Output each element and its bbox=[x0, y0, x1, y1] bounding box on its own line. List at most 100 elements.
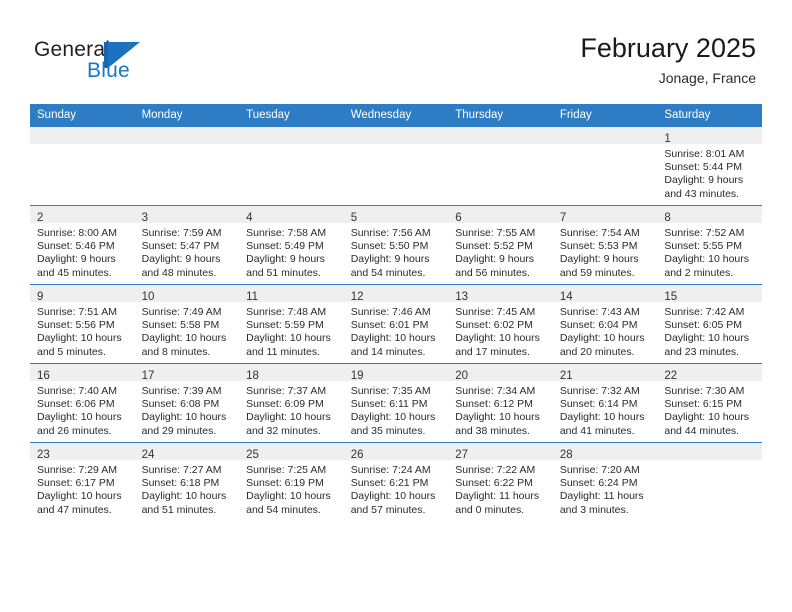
day-cell-content: 12 Sunrise: 7:46 AM Sunset: 6:01 PM Dayligh… bbox=[343, 285, 449, 363]
day-sun-info: Sunrise: 7:56 AM Sunset: 5:50 PM Daylight:… bbox=[344, 223, 449, 280]
day-cell-content: 21 Sunrise: 7:32 AM Sunset: 6:14 PM Dayligh… bbox=[552, 364, 658, 442]
general-blue-logo[interactable]: General Blue bbox=[34, 38, 164, 86]
calendar-day-cell[interactable]: 1 Sunrise: 8:01 AM Sunset: 5:44 PM Daylight… bbox=[657, 126, 762, 206]
sunrise-time: Sunrise: 7:49 AM bbox=[141, 306, 222, 318]
daylight-duration-line1: Daylight: 10 hours bbox=[664, 411, 750, 424]
calendar-day-cell[interactable]: 17 Sunrise: 7:39 AM Sunset: 6:08 PM Dayligh… bbox=[134, 363, 240, 443]
page-title: February 2025 bbox=[580, 33, 756, 63]
day-number-band: 22 bbox=[657, 364, 762, 382]
day-sun-info: Sunrise: 8:01 AM Sunset: 5:44 PM Daylight:… bbox=[657, 144, 762, 201]
sunrise-time: Sunrise: 7:54 AM bbox=[559, 227, 640, 239]
calendar-day-cell[interactable]: 9 Sunrise: 7:51 AM Sunset: 5:56 PM Daylight… bbox=[30, 284, 135, 364]
daylight-duration-line1: Daylight: 10 hours bbox=[37, 332, 122, 345]
day-number-band: 27 bbox=[448, 443, 553, 461]
calendar-day-cell[interactable]: 28 Sunrise: 7:20 AM Sunset: 6:24 PM Dayligh… bbox=[552, 442, 658, 521]
day-number: 26 bbox=[350, 449, 364, 461]
calendar-day-cell[interactable]: 7 Sunrise: 7:54 AM Sunset: 5:53 PM Daylight… bbox=[552, 205, 658, 285]
daylight-duration-line2: and 51 minutes. bbox=[246, 266, 321, 279]
sunset-time: Sunset: 6:17 PM bbox=[37, 477, 115, 490]
calendar-day-cell[interactable]: 15 Sunrise: 7:42 AM Sunset: 6:05 PM Dayligh… bbox=[657, 284, 762, 364]
day-cell-content bbox=[448, 127, 553, 205]
day-sun-info: Sunrise: 7:25 AM Sunset: 6:19 PM Daylight:… bbox=[239, 460, 344, 517]
day-cell-content bbox=[134, 127, 240, 205]
calendar-day-cell[interactable]: 16 Sunrise: 7:40 AM Sunset: 6:06 PM Dayligh… bbox=[30, 363, 135, 443]
day-number-band: 2 bbox=[30, 206, 135, 224]
weekday-header-tuesday: Tuesday bbox=[239, 104, 344, 127]
sunrise-time: Sunrise: 7:59 AM bbox=[141, 227, 222, 239]
calendar-day-cell[interactable]: 10 Sunrise: 7:49 AM Sunset: 5:58 PM Dayligh… bbox=[134, 284, 240, 364]
sunset-time: Sunset: 6:14 PM bbox=[559, 398, 638, 411]
day-number-band: 8 bbox=[657, 206, 762, 224]
day-sun-info: Sunrise: 7:20 AM Sunset: 6:24 PM Daylight:… bbox=[553, 460, 658, 517]
sunrise-time: Sunrise: 7:52 AM bbox=[664, 227, 745, 239]
sunrise-time: Sunrise: 7:46 AM bbox=[350, 306, 431, 318]
calendar-day-cell[interactable]: 18 Sunrise: 7:37 AM Sunset: 6:09 PM Dayligh… bbox=[239, 363, 344, 443]
day-number-band: 3 bbox=[134, 206, 240, 224]
sunset-time: Sunset: 5:56 PM bbox=[37, 319, 115, 332]
calendar-day-cell bbox=[134, 126, 240, 206]
daylight-duration-line2: and 48 minutes. bbox=[141, 266, 217, 279]
day-cell-content: 5 Sunrise: 7:56 AM Sunset: 5:50 PM Daylight… bbox=[343, 206, 449, 284]
calendar-day-cell[interactable]: 26 Sunrise: 7:24 AM Sunset: 6:21 PM Dayligh… bbox=[343, 442, 449, 521]
day-sun-info: Sunrise: 7:35 AM Sunset: 6:11 PM Daylight:… bbox=[344, 381, 449, 438]
day-cell-content bbox=[239, 127, 344, 205]
weekday-header-wednesday: Wednesday bbox=[343, 104, 449, 127]
calendar-day-cell[interactable]: 11 Sunrise: 7:48 AM Sunset: 5:59 PM Dayligh… bbox=[239, 284, 344, 364]
day-number: 13 bbox=[455, 291, 469, 303]
day-cell-content: 9 Sunrise: 7:51 AM Sunset: 5:56 PM Daylight… bbox=[30, 285, 135, 363]
day-cell-content: 25 Sunrise: 7:25 AM Sunset: 6:19 PM Dayligh… bbox=[239, 443, 344, 521]
calendar-day-cell[interactable]: 4 Sunrise: 7:58 AM Sunset: 5:49 PM Daylight… bbox=[239, 205, 344, 285]
sunset-time: Sunset: 6:15 PM bbox=[664, 398, 743, 411]
sunrise-time: Sunrise: 7:22 AM bbox=[455, 464, 536, 476]
calendar-day-cell[interactable]: 3 Sunrise: 7:59 AM Sunset: 5:47 PM Daylight… bbox=[134, 205, 240, 285]
calendar-day-cell[interactable]: 21 Sunrise: 7:32 AM Sunset: 6:14 PM Dayligh… bbox=[552, 363, 658, 443]
calendar-day-cell[interactable]: 8 Sunrise: 7:52 AM Sunset: 5:55 PM Daylight… bbox=[657, 205, 762, 285]
calendar-day-cell[interactable]: 25 Sunrise: 7:25 AM Sunset: 6:19 PM Dayligh… bbox=[239, 442, 344, 521]
day-sun-info: Sunrise: 7:27 AM Sunset: 6:18 PM Daylight:… bbox=[135, 460, 240, 517]
day-number: 4 bbox=[246, 212, 253, 224]
sunset-time: Sunset: 5:53 PM bbox=[559, 240, 638, 253]
day-number: 20 bbox=[455, 370, 469, 382]
calendar-day-cell[interactable]: 13 Sunrise: 7:45 AM Sunset: 6:02 PM Dayligh… bbox=[448, 284, 553, 364]
calendar-day-cell[interactable]: 12 Sunrise: 7:46 AM Sunset: 6:01 PM Dayligh… bbox=[343, 284, 449, 364]
day-sun-info: Sunrise: 7:32 AM Sunset: 6:14 PM Daylight:… bbox=[553, 381, 658, 438]
day-sun-info: Sunrise: 7:58 AM Sunset: 5:49 PM Daylight:… bbox=[239, 223, 344, 280]
weekday-header-saturday: Saturday bbox=[657, 104, 762, 127]
sunset-time: Sunset: 6:02 PM bbox=[455, 319, 533, 332]
calendar-day-cell[interactable]: 23 Sunrise: 7:29 AM Sunset: 6:17 PM Dayligh… bbox=[30, 442, 135, 521]
day-number-band: 15 bbox=[657, 285, 762, 303]
day-number-band: 19 bbox=[343, 364, 449, 382]
day-cell-content bbox=[657, 443, 762, 521]
calendar-day-cell[interactable]: 24 Sunrise: 7:27 AM Sunset: 6:18 PM Dayligh… bbox=[134, 442, 240, 521]
calendar-day-cell[interactable]: 22 Sunrise: 7:30 AM Sunset: 6:15 PM Dayligh… bbox=[657, 363, 762, 443]
calendar-day-cell[interactable]: 19 Sunrise: 7:35 AM Sunset: 6:11 PM Dayligh… bbox=[343, 363, 449, 443]
sunrise-time: Sunrise: 7:39 AM bbox=[141, 385, 222, 397]
daylight-duration-line2: and 38 minutes. bbox=[455, 424, 530, 437]
daylight-duration-line1: Daylight: 10 hours bbox=[246, 411, 331, 424]
calendar-day-cell[interactable]: 14 Sunrise: 7:43 AM Sunset: 6:04 PM Dayligh… bbox=[552, 284, 658, 364]
sunset-time: Sunset: 6:05 PM bbox=[664, 319, 743, 332]
daylight-duration-line1: Daylight: 10 hours bbox=[455, 411, 540, 424]
daylight-duration-line2: and 20 minutes. bbox=[559, 345, 635, 358]
day-sun-info: Sunrise: 7:22 AM Sunset: 6:22 PM Daylight:… bbox=[448, 460, 553, 517]
calendar-day-cell[interactable]: 2 Sunrise: 8:00 AM Sunset: 5:46 PM Daylight… bbox=[30, 205, 135, 285]
day-number-band: 17 bbox=[134, 364, 240, 382]
daylight-duration-line1: Daylight: 10 hours bbox=[141, 490, 227, 503]
daylight-duration-line2: and 14 minutes. bbox=[350, 345, 426, 358]
calendar-day-cell bbox=[343, 126, 449, 206]
calendar-day-cell[interactable]: 20 Sunrise: 7:34 AM Sunset: 6:12 PM Dayligh… bbox=[448, 363, 553, 443]
sunrise-time: Sunrise: 7:37 AM bbox=[246, 385, 327, 397]
day-number-band bbox=[343, 127, 449, 144]
daylight-duration-line1: Daylight: 9 hours bbox=[350, 253, 430, 266]
day-cell-content: 24 Sunrise: 7:27 AM Sunset: 6:18 PM Dayligh… bbox=[134, 443, 240, 521]
daylight-duration-line2: and 47 minutes. bbox=[37, 503, 112, 516]
day-number: 25 bbox=[246, 449, 259, 461]
day-cell-content: 20 Sunrise: 7:34 AM Sunset: 6:12 PM Dayligh… bbox=[448, 364, 553, 442]
day-number-band: 10 bbox=[134, 285, 240, 303]
day-cell-content bbox=[343, 127, 449, 205]
day-cell-content: 18 Sunrise: 7:37 AM Sunset: 6:09 PM Dayligh… bbox=[239, 364, 344, 442]
calendar-day-cell[interactable]: 5 Sunrise: 7:56 AM Sunset: 5:50 PM Daylight… bbox=[343, 205, 449, 285]
calendar-day-cell[interactable]: 27 Sunrise: 7:22 AM Sunset: 6:22 PM Dayligh… bbox=[448, 442, 553, 521]
calendar-day-cell[interactable]: 6 Sunrise: 7:55 AM Sunset: 5:52 PM Daylight… bbox=[448, 205, 553, 285]
day-number-band: 1 bbox=[657, 127, 762, 145]
